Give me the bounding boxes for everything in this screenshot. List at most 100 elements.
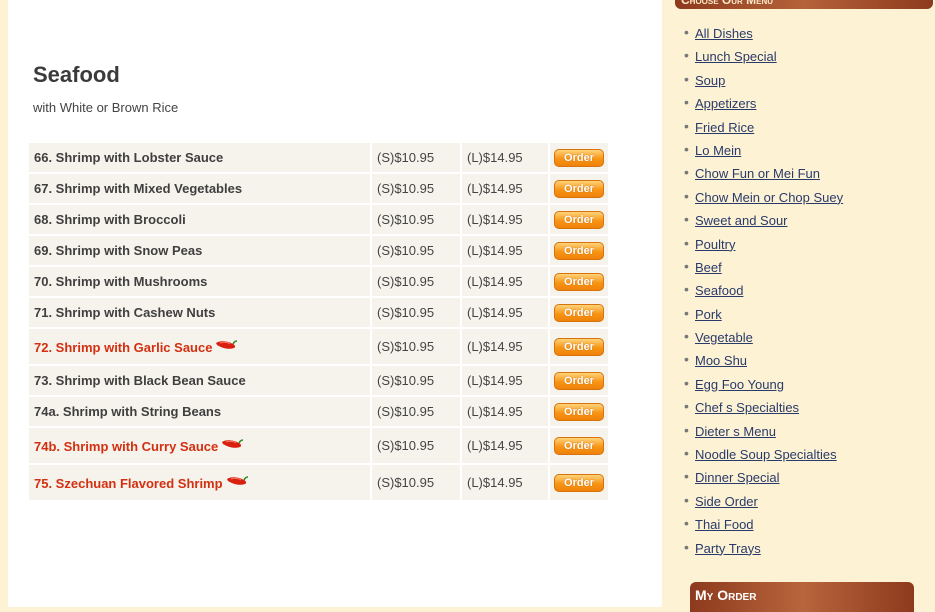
dish-name: 74b. Shrimp with Curry Sauce [34,438,219,454]
large-price: (L)$14.95 [462,174,548,203]
order-button[interactable]: Order [554,436,604,455]
dish-name-cell: 67. Shrimp with Mixed Vegetables [29,174,370,203]
small-price: (S)$10.95 [372,329,460,364]
menu-row: 67. Shrimp with Mixed Vegetables (S)$10.9… [29,174,608,203]
category-item: • Chow Fun or Mei Fun [684,164,843,187]
category-link[interactable]: Chef s Specialties [695,400,799,415]
category-link[interactable]: Side Order [695,494,758,509]
category-item: • Sweet and Sour [684,211,843,234]
bullet-icon: • [684,47,689,64]
small-price: (S)$10.95 [372,397,460,426]
order-button[interactable]: Order [554,210,604,229]
small-price: (S)$10.95 [372,236,460,265]
dish-name: 74a. Shrimp with String Beans [34,404,222,419]
dish-name: 66. Shrimp with Lobster Sauce [34,150,224,165]
bullet-icon: • [684,538,689,555]
dish-name: 69. Shrimp with Snow Peas [34,243,203,258]
order-button[interactable]: Order [554,337,604,356]
large-price: (L)$14.95 [462,397,548,426]
order-button[interactable]: Order [554,179,604,198]
dish-name: 67. Shrimp with Mixed Vegetables [34,181,243,196]
order-cell: Order [550,205,608,234]
large-price: (L)$14.95 [462,267,548,296]
category-link[interactable]: Party Trays [695,541,761,556]
order-button[interactable]: Order [554,241,604,260]
order-button[interactable]: Order [554,402,604,421]
chili-pepper-icon [214,339,238,354]
category-item: • All Dishes [684,24,843,47]
category-item: • Egg Foo Young [684,375,843,398]
order-button[interactable]: Order [554,272,604,291]
order-cell: Order [550,329,608,364]
large-price: (L)$14.95 [462,329,548,364]
order-cell: Order [550,143,608,172]
large-price: (L)$14.95 [462,205,548,234]
category-link[interactable]: Lunch Special [695,49,777,64]
bullet-icon: • [684,304,689,321]
menu-row: 71. Shrimp with Cashew Nuts (S)$10.95 (L)$… [29,298,608,327]
small-price: (S)$10.95 [372,298,460,327]
bullet-icon: • [684,234,689,251]
category-link[interactable]: All Dishes [695,26,753,41]
main-content: Seafood with White or Brown Rice 66. Shr… [8,0,662,607]
category-link[interactable]: Poultry [695,237,735,252]
order-button[interactable]: Order [554,473,604,492]
large-price: (L)$14.95 [462,298,548,327]
small-price: (S)$10.95 [372,174,460,203]
category-link[interactable]: Dieter s Menu [695,424,776,439]
order-cell: Order [550,366,608,395]
dish-name-cell: 74a. Shrimp with String Beans [29,397,370,426]
dish-name: 71. Shrimp with Cashew Nuts [34,305,216,320]
dish-name-cell: 70. Shrimp with Mushrooms [29,267,370,296]
category-link[interactable]: Lo Mein [695,143,741,158]
category-item: • Dinner Special [684,468,843,491]
category-link[interactable]: Noodle Soup Specialties [695,447,837,462]
my-order-header: My Order [690,582,914,612]
dish-name-cell: 68. Shrimp with Broccoli [29,205,370,234]
category-link[interactable]: Vegetable [695,330,753,345]
category-link[interactable]: Soup [695,73,725,88]
dish-name-cell: 71. Shrimp with Cashew Nuts [29,298,370,327]
category-link[interactable]: Seafood [695,283,743,298]
category-link[interactable]: Thai Food [695,517,754,532]
menu-row: 74b. Shrimp with Curry Sauce (S)$10.95 (L)… [29,428,608,463]
menu-table: 66. Shrimp with Lobster Sauce (S)$10.95 (L… [27,141,610,502]
small-price: (S)$10.95 [372,465,460,500]
category-link[interactable]: Pork [695,307,722,322]
category-item: • Beef [684,258,843,281]
category-item: • Poultry [684,235,843,258]
order-cell: Order [550,397,608,426]
small-price: (S)$10.95 [372,366,460,395]
order-button[interactable]: Order [554,303,604,322]
category-link[interactable]: Chow Mein or Chop Suey [695,190,843,205]
dish-name-cell: 66. Shrimp with Lobster Sauce [29,143,370,172]
bullet-icon: • [684,328,689,345]
category-link[interactable]: Sweet and Sour [695,213,788,228]
category-item: • Chow Mein or Chop Suey [684,188,843,211]
dish-name-cell: 73. Shrimp with Black Bean Sauce [29,366,370,395]
category-item: • Side Order [684,492,843,515]
category-item: • Lo Mein [684,141,843,164]
bullet-icon: • [684,515,689,532]
bullet-icon: • [684,374,689,391]
menu-row: 69. Shrimp with Snow Peas (S)$10.95 (L)$14… [29,236,608,265]
category-link[interactable]: Egg Foo Young [695,377,784,392]
category-link[interactable]: Appetizers [695,96,756,111]
category-item: • Party Trays [684,539,843,562]
menu-row: 68. Shrimp with Broccoli (S)$10.95 (L)$14.… [29,205,608,234]
page-subtitle: with White or Brown Rice [33,100,179,115]
category-link[interactable]: Moo Shu [695,353,747,368]
menu-row: 70. Shrimp with Mushrooms (S)$10.95 (L)$14… [29,267,608,296]
small-price: (S)$10.95 [372,428,460,463]
category-link[interactable]: Fried Rice [695,120,754,135]
bullet-icon: • [684,281,689,298]
order-button[interactable]: Order [554,371,604,390]
order-cell: Order [550,428,608,463]
order-button[interactable]: Order [554,148,604,167]
bullet-icon: • [684,187,689,204]
dish-name-cell: 74b. Shrimp with Curry Sauce [29,428,370,463]
category-link[interactable]: Chow Fun or Mei Fun [695,166,820,181]
category-link[interactable]: Dinner Special [695,470,780,485]
category-link[interactable]: Beef [695,260,722,275]
large-price: (L)$14.95 [462,428,548,463]
